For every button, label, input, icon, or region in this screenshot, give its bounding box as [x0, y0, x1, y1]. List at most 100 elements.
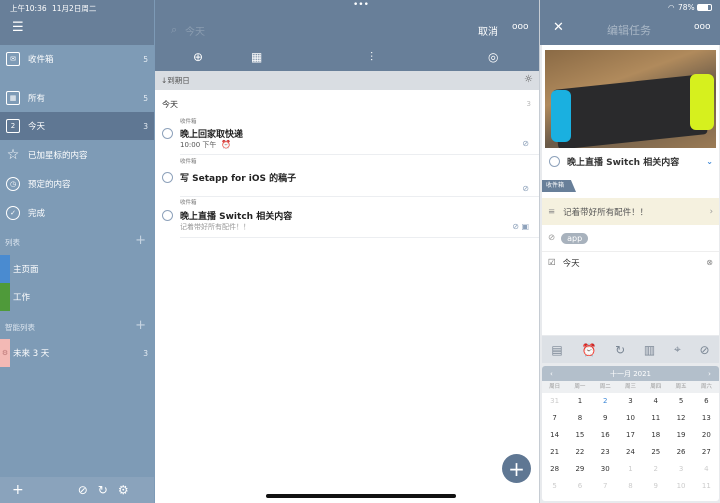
calendar-day[interactable]: 16: [593, 427, 618, 444]
sidebar-item-starred[interactable]: ☆ 已加星标的内容: [0, 141, 154, 169]
calendar-day[interactable]: 11: [643, 410, 668, 427]
calendar-day[interactable]: 1: [567, 393, 592, 410]
status-date: 11月2日周二: [52, 4, 97, 13]
calendar-icon[interactable]: ▤: [551, 343, 562, 357]
calendar-icon[interactable]: ▦: [251, 50, 262, 64]
calendar-day[interactable]: 2: [593, 393, 618, 410]
menu-icon[interactable]: ☰: [12, 20, 24, 35]
alarm-icon[interactable]: ⏰: [581, 343, 596, 357]
prev-month-icon[interactable]: ‹: [550, 370, 553, 378]
calendar-day[interactable]: 8: [567, 410, 592, 427]
calendar-day[interactable]: 5: [542, 478, 567, 495]
more-icon[interactable]: ooo: [694, 22, 711, 32]
task-row[interactable]: 收件箱 写 Setapp for iOS 的稿子 ⊘: [155, 156, 539, 197]
add-icon[interactable]: +: [12, 482, 24, 498]
task-row[interactable]: 收件箱 晚上直播 Switch 相关内容 记着带好所有配件！！ ⊘ ▣: [155, 197, 539, 238]
calendar-day[interactable]: 11: [694, 478, 719, 495]
brightness-icon[interactable]: ☼: [524, 74, 533, 85]
calendar-day[interactable]: 2: [643, 461, 668, 478]
calendar-day[interactable]: 3: [618, 393, 643, 410]
calendar-day[interactable]: 17: [618, 427, 643, 444]
calendar-day[interactable]: 18: [643, 427, 668, 444]
sidebar-item-scheduled[interactable]: ◷ 预定的内容: [0, 170, 154, 198]
calendar-day[interactable]: 1: [618, 461, 643, 478]
calendar-day[interactable]: 5: [668, 393, 693, 410]
calendar-day[interactable]: 25: [643, 444, 668, 461]
calendar-day[interactable]: 26: [668, 444, 693, 461]
focus-icon[interactable]: ⊕: [193, 50, 203, 64]
due-date-row[interactable]: ☑ 今天 ⊗: [542, 251, 719, 273]
calendar-day[interactable]: 10: [618, 410, 643, 427]
sort-bar[interactable]: ↓到期日 ☼: [155, 71, 539, 90]
calendar-day[interactable]: 3: [668, 461, 693, 478]
sidebar-item-done[interactable]: ✓ 完成: [0, 199, 154, 227]
detail-task-title[interactable]: 晚上直播 Switch 相关内容 ⌄: [542, 152, 719, 170]
weekday-label: 周二: [599, 384, 611, 390]
calendar-day[interactable]: 8: [618, 478, 643, 495]
home-indicator[interactable]: [266, 494, 456, 498]
add-list-button[interactable]: +: [135, 233, 146, 248]
location-icon[interactable]: ⌖: [674, 342, 681, 357]
attached-photo[interactable]: [545, 50, 716, 148]
duration-icon[interactable]: ▥: [644, 343, 655, 357]
close-icon[interactable]: ✕: [553, 20, 564, 35]
sidebar-list-home[interactable]: 主页面: [0, 255, 154, 283]
add-task-button[interactable]: +: [502, 454, 531, 483]
cancel-button[interactable]: 取消: [478, 23, 498, 38]
task-checkbox[interactable]: [549, 155, 560, 167]
calendar-day[interactable]: 28: [542, 461, 567, 478]
tags-row[interactable]: ⊘ app: [542, 228, 719, 248]
calendar-day[interactable]: 27: [694, 444, 719, 461]
task-row[interactable]: 收件箱 晚上回家取快递 10:00 下午 ⏰ ⊘: [155, 115, 539, 155]
calendar-day[interactable]: 19: [668, 427, 693, 444]
search-input[interactable]: 今天: [185, 23, 205, 38]
multitask-dots-icon[interactable]: •••: [353, 0, 369, 10]
calendar-day[interactable]: 14: [542, 427, 567, 444]
task-checkbox[interactable]: [162, 172, 173, 183]
clear-icon[interactable]: ⊗: [706, 258, 713, 267]
calendar-day[interactable]: 4: [694, 461, 719, 478]
calendar-day[interactable]: 4: [643, 393, 668, 410]
calendar-day[interactable]: 22: [567, 444, 592, 461]
add-smart-list-button[interactable]: +: [135, 318, 146, 333]
calendar-day[interactable]: 7: [542, 410, 567, 427]
calendar-day[interactable]: 24: [618, 444, 643, 461]
sync-icon[interactable]: ↻: [98, 483, 108, 497]
view-icon[interactable]: ◎: [488, 50, 498, 64]
tag-chip[interactable]: app: [561, 232, 589, 244]
calendar-day[interactable]: 20: [694, 427, 719, 444]
sidebar-item-today[interactable]: 2 今天 3: [0, 112, 154, 140]
calendar-day[interactable]: 7: [593, 478, 618, 495]
calendar-day[interactable]: 30: [593, 461, 618, 478]
next-month-icon[interactable]: ›: [708, 370, 711, 378]
more-icon[interactable]: ooo: [512, 22, 529, 32]
calendar-day[interactable]: 10: [668, 478, 693, 495]
calendar-day[interactable]: 21: [542, 444, 567, 461]
calendar-day[interactable]: 13: [694, 410, 719, 427]
calendar-day[interactable]: 23: [593, 444, 618, 461]
calendar-day[interactable]: 12: [668, 410, 693, 427]
tag-icon[interactable]: ⊘: [78, 483, 88, 497]
attachment-icon[interactable]: ⊘: [700, 343, 710, 357]
calendar-day[interactable]: 6: [694, 393, 719, 410]
calendar-day[interactable]: 9: [643, 478, 668, 495]
chevron-down-icon[interactable]: ⌄: [706, 157, 713, 166]
sidebar-list-work[interactable]: 工作: [0, 283, 154, 311]
task-checkbox[interactable]: [162, 210, 173, 221]
list-badge[interactable]: 收件箱: [542, 180, 577, 192]
task-checkbox[interactable]: [162, 128, 173, 139]
filter-icon[interactable]: ⫶: [370, 50, 373, 65]
gear-icon: ⚙: [0, 339, 10, 367]
calendar-day[interactable]: 15: [567, 427, 592, 444]
calendar-day[interactable]: 29: [567, 461, 592, 478]
calendar-day[interactable]: 6: [567, 478, 592, 495]
sidebar-item-inbox[interactable]: ✉ 收件箱 5: [0, 45, 154, 73]
repeat-icon[interactable]: ↻: [615, 343, 625, 357]
calendar-day[interactable]: 31: [542, 393, 567, 410]
note-row[interactable]: ≡ 记着带好所有配件！！ ›: [542, 198, 719, 225]
sidebar-smart-next3days[interactable]: ⚙ 未来 3 天 3: [0, 339, 154, 367]
sidebar-item-all[interactable]: ▦ 所有 5: [0, 84, 154, 112]
joycon-right: [690, 74, 714, 130]
calendar-day[interactable]: 9: [593, 410, 618, 427]
settings-icon[interactable]: ⚙: [118, 483, 129, 497]
